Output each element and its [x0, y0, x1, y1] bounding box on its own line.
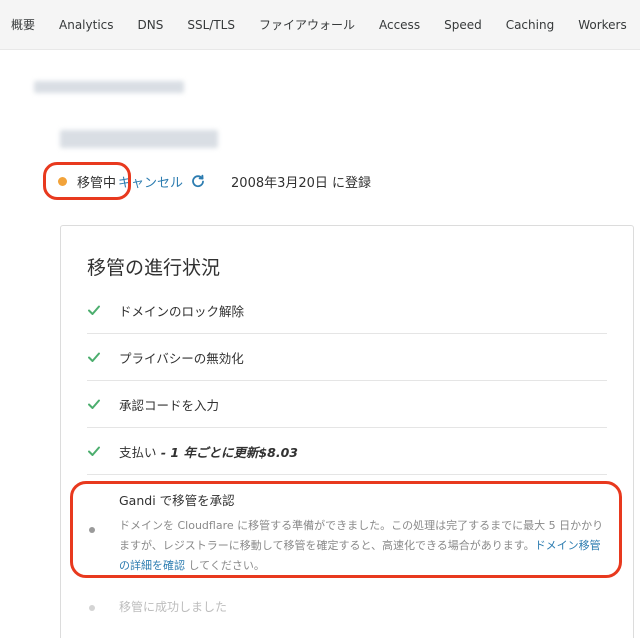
step-auth-code: 承認コードを入力 — [87, 381, 607, 428]
step-label: 承認コードを入力 — [119, 397, 220, 413]
top-navigation: 概要 Analytics DNS SSL/TLS ファイアウォール Access… — [0, 0, 640, 50]
tab-speed[interactable]: Speed — [432, 0, 494, 49]
step-label: プライバシーの無効化 — [119, 350, 244, 366]
step-label: ドメインのロック解除 — [119, 303, 245, 319]
check-icon — [87, 303, 101, 317]
step-payment: 支払い - 1 年ごとに更新$8.03 — [87, 428, 607, 475]
tab-caching[interactable]: Caching — [494, 0, 567, 49]
status-highlight — [43, 162, 131, 200]
refresh-icon[interactable] — [191, 174, 205, 188]
blurred-domain-name — [60, 130, 218, 148]
progress-title: 移管の進行状況 — [87, 257, 221, 279]
registration-date: 2008年3月20日 に登録 — [231, 175, 372, 191]
check-icon — [87, 350, 101, 364]
blurred-back-link[interactable] — [34, 81, 184, 93]
tab-dns[interactable]: DNS — [126, 0, 176, 49]
current-step-highlight — [70, 481, 622, 578]
payment-label: 支払い — [119, 444, 157, 460]
step-label: 支払い - 1 年ごとに更新$8.03 — [119, 442, 298, 461]
check-icon — [87, 444, 101, 458]
tab-workers[interactable]: Workers — [566, 0, 639, 49]
check-icon — [87, 397, 101, 411]
final-step-dot — [89, 605, 95, 611]
tab-access[interactable]: Access — [367, 0, 432, 49]
step-disable-privacy: プライバシーの無効化 — [87, 334, 607, 381]
tab-ssl-tls[interactable]: SSL/TLS — [175, 0, 247, 49]
tab-overview[interactable]: 概要 — [0, 0, 47, 49]
tab-analytics[interactable]: Analytics — [47, 0, 126, 49]
renewal-price: - 1 年ごとに更新$8.03 — [156, 444, 298, 460]
final-step-label: 移管に成功しました — [119, 600, 228, 614]
tab-firewall[interactable]: ファイアウォール — [247, 0, 367, 49]
step-unlock-domain: ドメインのロック解除 — [87, 287, 607, 334]
